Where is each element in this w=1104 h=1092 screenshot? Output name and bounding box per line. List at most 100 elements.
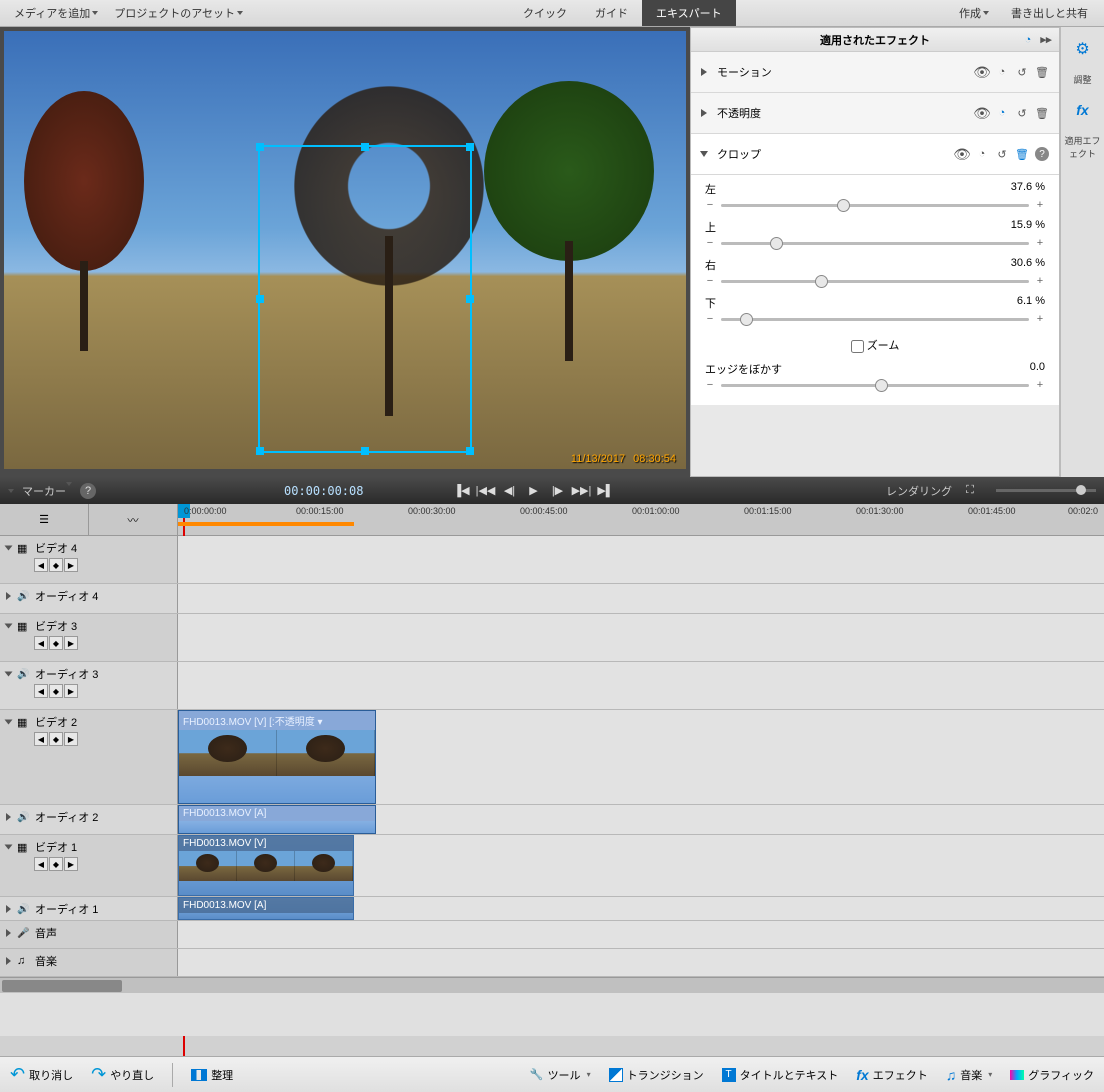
track-a2[interactable]: FHD0013.MOV [A]	[178, 805, 1104, 834]
time-ruler[interactable]: 0:00:00:00 00:00:15:00 00:00:30:00 00:00…	[178, 504, 1104, 535]
crop-handle[interactable]	[256, 447, 264, 455]
step-back-button[interactable]: ◀|	[499, 483, 519, 499]
plus-button[interactable]: +	[1035, 379, 1045, 391]
timecode[interactable]: 00:00:00:08	[284, 484, 363, 498]
track-a3[interactable]	[178, 662, 1104, 709]
timeline-zoom-slider[interactable]	[996, 489, 1096, 492]
plus-button[interactable]: +	[1035, 313, 1045, 325]
expand-icon[interactable]	[6, 813, 11, 821]
tab-quick[interactable]: クイック	[509, 0, 581, 26]
help-icon[interactable]	[1035, 147, 1049, 161]
effect-motion[interactable]: モーション	[691, 52, 1059, 93]
expand-icon[interactable]	[6, 957, 11, 965]
track-music[interactable]	[178, 949, 1104, 976]
collapse-icon[interactable]	[5, 672, 13, 677]
trash-icon[interactable]	[1035, 65, 1049, 79]
eye-icon[interactable]	[975, 106, 989, 120]
eye-icon[interactable]	[955, 147, 969, 161]
panel-expand-icon[interactable]: ▸▸	[1039, 33, 1053, 47]
crop-right-slider[interactable]	[721, 280, 1029, 283]
clip-v2[interactable]: FHD0013.MOV [V] [:不透明度 ▾	[178, 710, 376, 804]
stopwatch-icon[interactable]	[975, 147, 989, 161]
track-a4[interactable]	[178, 584, 1104, 613]
step-forward-button[interactable]: |▶	[547, 483, 567, 499]
plus-button[interactable]: +	[1035, 275, 1045, 287]
minus-button[interactable]: −	[705, 313, 715, 325]
goto-start-button[interactable]: |◀◀	[475, 483, 495, 499]
waveform-icon[interactable]: 〰	[89, 504, 178, 535]
clip-a2[interactable]: FHD0013.MOV [A]	[178, 805, 376, 834]
track-v1[interactable]: FHD0013.MOV [V]	[178, 835, 1104, 896]
minus-button[interactable]: −	[705, 237, 715, 249]
crop-handle[interactable]	[466, 447, 474, 455]
crop-handle[interactable]	[466, 143, 474, 151]
clip-a1[interactable]: FHD0013.MOV [A]	[178, 897, 354, 920]
track-voice[interactable]	[178, 921, 1104, 948]
crop-selection[interactable]	[258, 145, 472, 453]
add-media-menu[interactable]: メディアを追加	[8, 1, 104, 25]
crop-handle[interactable]	[361, 447, 369, 455]
tab-guided[interactable]: ガイド	[581, 0, 642, 26]
minus-button[interactable]: −	[705, 199, 715, 211]
reset-icon[interactable]	[1015, 65, 1029, 79]
track-v3[interactable]	[178, 614, 1104, 661]
zoom-checkbox[interactable]	[851, 340, 864, 353]
effect-opacity[interactable]: 不透明度	[691, 93, 1059, 134]
track-a1[interactable]: FHD0013.MOV [A]	[178, 897, 1104, 920]
undo-button[interactable]: 取り消し	[10, 1064, 73, 1085]
plus-button[interactable]: +	[1035, 199, 1045, 211]
expand-icon[interactable]	[6, 929, 11, 937]
expand-icon[interactable]	[6, 905, 11, 913]
music-menu[interactable]: 音楽	[946, 1067, 993, 1083]
edge-feather-slider[interactable]	[721, 384, 1029, 387]
effects-button[interactable]: fxエフェクト	[856, 1067, 927, 1083]
trash-icon[interactable]	[1015, 147, 1029, 161]
panel-clock-icon[interactable]: ◔	[1021, 33, 1035, 47]
stopwatch-icon[interactable]	[995, 106, 1009, 120]
keyframe-controls[interactable]: ◀◆▶	[34, 732, 171, 746]
keyframe-controls[interactable]: ◀◆▶	[34, 558, 171, 572]
collapse-icon[interactable]	[5, 845, 13, 850]
keyframe-controls[interactable]: ◀◆▶	[34, 636, 171, 650]
redo-button[interactable]: やり直し	[91, 1064, 154, 1085]
crop-top-slider[interactable]	[721, 242, 1029, 245]
project-assets-menu[interactable]: プロジェクトのアセット	[108, 1, 249, 25]
chevron-down-icon[interactable]	[8, 489, 14, 493]
keyframe-controls[interactable]: ◀◆▶	[34, 684, 171, 698]
marker-menu[interactable]: マーカー	[22, 483, 72, 499]
create-menu[interactable]: 作成	[953, 1, 995, 25]
plus-button[interactable]: +	[1035, 237, 1045, 249]
track-v2[interactable]: FHD0013.MOV [V] [:不透明度 ▾	[178, 710, 1104, 804]
adjust-icon[interactable]: ⚙	[1069, 35, 1097, 63]
track-v4[interactable]	[178, 536, 1104, 583]
collapse-icon[interactable]	[5, 624, 13, 629]
minus-button[interactable]: −	[705, 275, 715, 287]
goto-in-button[interactable]: ▐◀	[451, 483, 471, 499]
export-share-button[interactable]: 書き出しと共有	[1005, 1, 1094, 25]
play-button[interactable]: ▶	[523, 483, 543, 499]
collapse-icon[interactable]	[5, 720, 13, 725]
crop-handle[interactable]	[256, 295, 264, 303]
reset-icon[interactable]	[1015, 106, 1029, 120]
collapse-icon[interactable]	[5, 546, 13, 551]
reset-icon[interactable]	[995, 147, 1009, 161]
effect-crop[interactable]: クロップ	[691, 134, 1059, 175]
keyframe-controls[interactable]: ◀◆▶	[34, 857, 171, 871]
goto-end-button[interactable]: ▶▶|	[571, 483, 591, 499]
stopwatch-icon[interactable]	[995, 65, 1009, 79]
crop-handle[interactable]	[466, 295, 474, 303]
titles-button[interactable]: Tタイトルとテキスト	[722, 1067, 839, 1083]
clip-v1[interactable]: FHD0013.MOV [V]	[178, 835, 354, 896]
crop-left-slider[interactable]	[721, 204, 1029, 207]
preview-image[interactable]: 11/13/201708:30:54	[4, 31, 686, 469]
transitions-button[interactable]: トランジション	[609, 1067, 704, 1083]
tools-menu[interactable]: ツール	[530, 1067, 591, 1083]
trash-icon[interactable]	[1035, 106, 1049, 120]
fx-icon[interactable]: fx	[1069, 96, 1097, 124]
crop-bottom-slider[interactable]	[721, 318, 1029, 321]
timeline-menu-icon[interactable]: ☰	[0, 504, 89, 535]
graphics-button[interactable]: グラフィック	[1010, 1067, 1094, 1083]
tab-expert[interactable]: エキスパート	[642, 0, 736, 26]
organize-button[interactable]: 整理	[191, 1067, 233, 1083]
horizontal-scrollbar[interactable]	[0, 977, 1104, 993]
